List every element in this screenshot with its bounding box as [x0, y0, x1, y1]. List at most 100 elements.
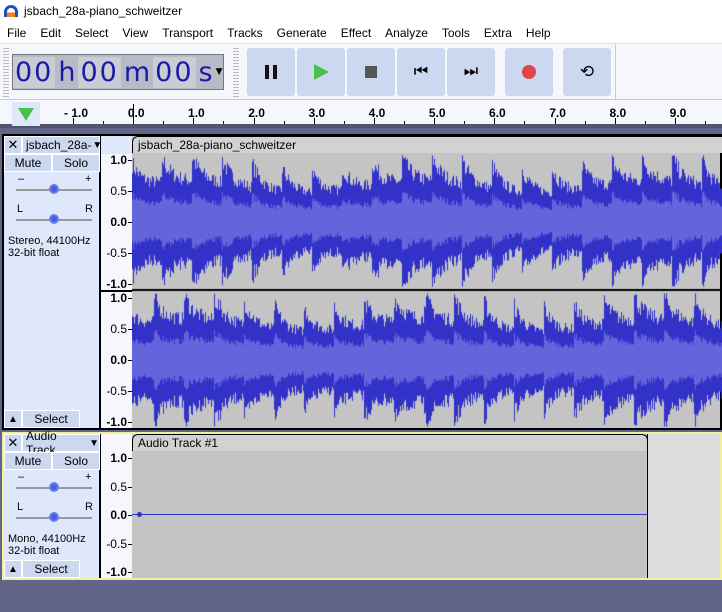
track-control-panel: ✕ jsbach_28a- ▼ Mute Solo – + L R Stereo,… [4, 136, 102, 428]
ruler-tick [313, 118, 315, 124]
menu-tracks[interactable]: Tracks [220, 26, 270, 40]
pause-icon [265, 65, 277, 79]
track-format: Mono, 44100Hz [8, 533, 86, 545]
menu-generate[interactable]: Generate [270, 26, 334, 40]
track-jsbach: ✕ jsbach_28a- ▼ Mute Solo – + L R Stereo,… [2, 134, 722, 430]
ruler-tick [103, 121, 104, 124]
skip-end-icon: ⏭ [463, 63, 479, 80]
menu-file[interactable]: File [0, 26, 33, 40]
menu-extra[interactable]: Extra [477, 26, 519, 40]
track-name: jsbach_28a- [26, 138, 92, 152]
ruler-tick [675, 118, 676, 124]
ruler-tick [343, 121, 345, 124]
ruler-tick-label: - 1.0 [63, 106, 89, 120]
vruler-label: 0.5 [110, 479, 127, 494]
menu-select[interactable]: Select [68, 26, 115, 40]
stop-button[interactable] [347, 48, 395, 96]
mute-button[interactable]: Mute [4, 154, 52, 172]
time-s-unit: s [198, 56, 213, 88]
time-seconds: 00 [153, 56, 196, 88]
waveform-stereo[interactable] [132, 154, 722, 428]
pause-button[interactable] [247, 48, 295, 96]
triangle-up-icon: ▲ [8, 563, 18, 575]
time-hours: 00 [13, 56, 56, 88]
skip-start-button[interactable]: ⏮ [397, 48, 445, 96]
gain-slider[interactable] [16, 480, 92, 492]
ruler-tick-label: 3.0 [308, 106, 326, 120]
ruler-tick [253, 118, 255, 124]
ruler-tick [584, 121, 586, 124]
ruler-tick [283, 121, 285, 124]
clip-area[interactable]: jsbach_28a-piano_schweitzer [132, 136, 722, 428]
loop-icon: ⟲ [579, 62, 595, 81]
clip-area[interactable]: Audio Track #1 [132, 434, 648, 578]
menu-tools[interactable]: Tools [435, 26, 477, 40]
ruler-tick-label: 2.0 [248, 106, 265, 120]
close-track-button[interactable]: ✕ [4, 136, 22, 154]
ruler-tick [554, 118, 556, 124]
ruler-tick [163, 121, 165, 124]
play-head-button[interactable] [12, 102, 40, 126]
sample-point [137, 512, 142, 517]
ruler-tick [193, 118, 195, 124]
toolbar: 00 h 00 m 00 s ▼ ⏮ ⏭ ⟲ [0, 43, 722, 100]
timeline-ruler[interactable]: - 1.0 0.0 1.0 2.0 3.0 4.0 5.0 6.0 7.0 8.0 9.0 [0, 100, 722, 128]
solo-button[interactable]: Solo [52, 154, 100, 172]
select-track-button[interactable]: Select [22, 560, 80, 578]
window-title: jsbach_28a-piano_schweitzer [24, 4, 183, 18]
triangle-up-icon: ▲ [8, 413, 18, 425]
ruler-tick-label: 1.0 [188, 106, 205, 120]
menu-view[interactable]: View [115, 26, 155, 40]
close-track-button[interactable]: ✕ [4, 434, 22, 452]
menu-edit[interactable]: Edit [33, 26, 68, 40]
track-audio-track: ✕ Audio Track ▼ Mute Solo – + L R Mono, 4… [2, 429, 722, 580]
play-button[interactable] [297, 48, 345, 96]
title-bar: jsbach_28a-piano_schweitzer [0, 0, 722, 22]
vertical-ruler-ch1: 1.0 0.5 0.0 -0.5 -1.0 [101, 153, 132, 291]
collapse-track-button[interactable]: ▲ [4, 410, 22, 428]
select-track-button[interactable]: Select [22, 410, 80, 428]
ruler-tick [464, 121, 466, 124]
time-format-dropdown-icon[interactable]: ▼ [216, 67, 223, 77]
ruler-tick-label: 9.0 [669, 106, 687, 120]
mute-button[interactable]: Mute [4, 452, 52, 470]
menu-analyze[interactable]: Analyze [378, 26, 435, 40]
close-icon: ✕ [7, 137, 19, 152]
loop-button[interactable]: ⟲ [563, 48, 611, 96]
clip-title[interactable]: jsbach_28a-piano_schweitzer [132, 136, 722, 153]
track-format: Stereo, 44100Hz [8, 235, 91, 247]
menu-help[interactable]: Help [519, 26, 558, 40]
track-menu-button[interactable]: jsbach_28a- ▼ [22, 136, 102, 154]
menu-effect[interactable]: Effect [334, 26, 378, 40]
track-control-panel: ✕ Audio Track ▼ Mute Solo – + L R Mono, 4… [4, 429, 100, 578]
menu-transport[interactable]: Transport [155, 26, 220, 40]
time-minutes: 00 [78, 56, 121, 88]
pan-slider[interactable] [16, 212, 92, 224]
gain-slider[interactable] [16, 182, 92, 194]
solo-button[interactable]: Solo [52, 452, 100, 470]
ruler-tick [494, 118, 496, 124]
toolbar-grip[interactable] [233, 48, 239, 98]
vruler-label: 1.0 [110, 451, 127, 465]
toolbar-grip[interactable] [3, 48, 9, 98]
vruler-label: 1.0 [110, 291, 127, 305]
time-display[interactable]: 00 h 00 m 00 s ▼ [12, 54, 224, 90]
clip-title[interactable]: Audio Track #1 [132, 434, 648, 451]
pan-slider[interactable] [16, 510, 92, 522]
ruler-tick-label: 0.0 [127, 106, 145, 120]
time-m-unit: m [123, 56, 151, 88]
skip-end-button[interactable]: ⏭ [447, 48, 495, 96]
vruler-label: -0.5 [106, 384, 127, 398]
ruler-tick [644, 121, 646, 124]
ruler-tick [434, 118, 436, 124]
vertical-ruler: 1.0 0.5 0.0 -0.5 -1.0 [101, 451, 132, 579]
track-menu-button[interactable]: Audio Track ▼ [22, 429, 100, 457]
vruler-label: -0.5 [106, 246, 127, 260]
collapse-track-button[interactable]: ▲ [4, 560, 22, 578]
track-bit-depth: 32-bit float [8, 545, 60, 557]
toolbar-divider [615, 44, 616, 100]
pin-playhead-icon [18, 107, 34, 121]
vruler-label: -0.5 [106, 536, 127, 551]
record-button[interactable] [505, 48, 553, 96]
vruler-label: 0.0 [110, 215, 127, 229]
